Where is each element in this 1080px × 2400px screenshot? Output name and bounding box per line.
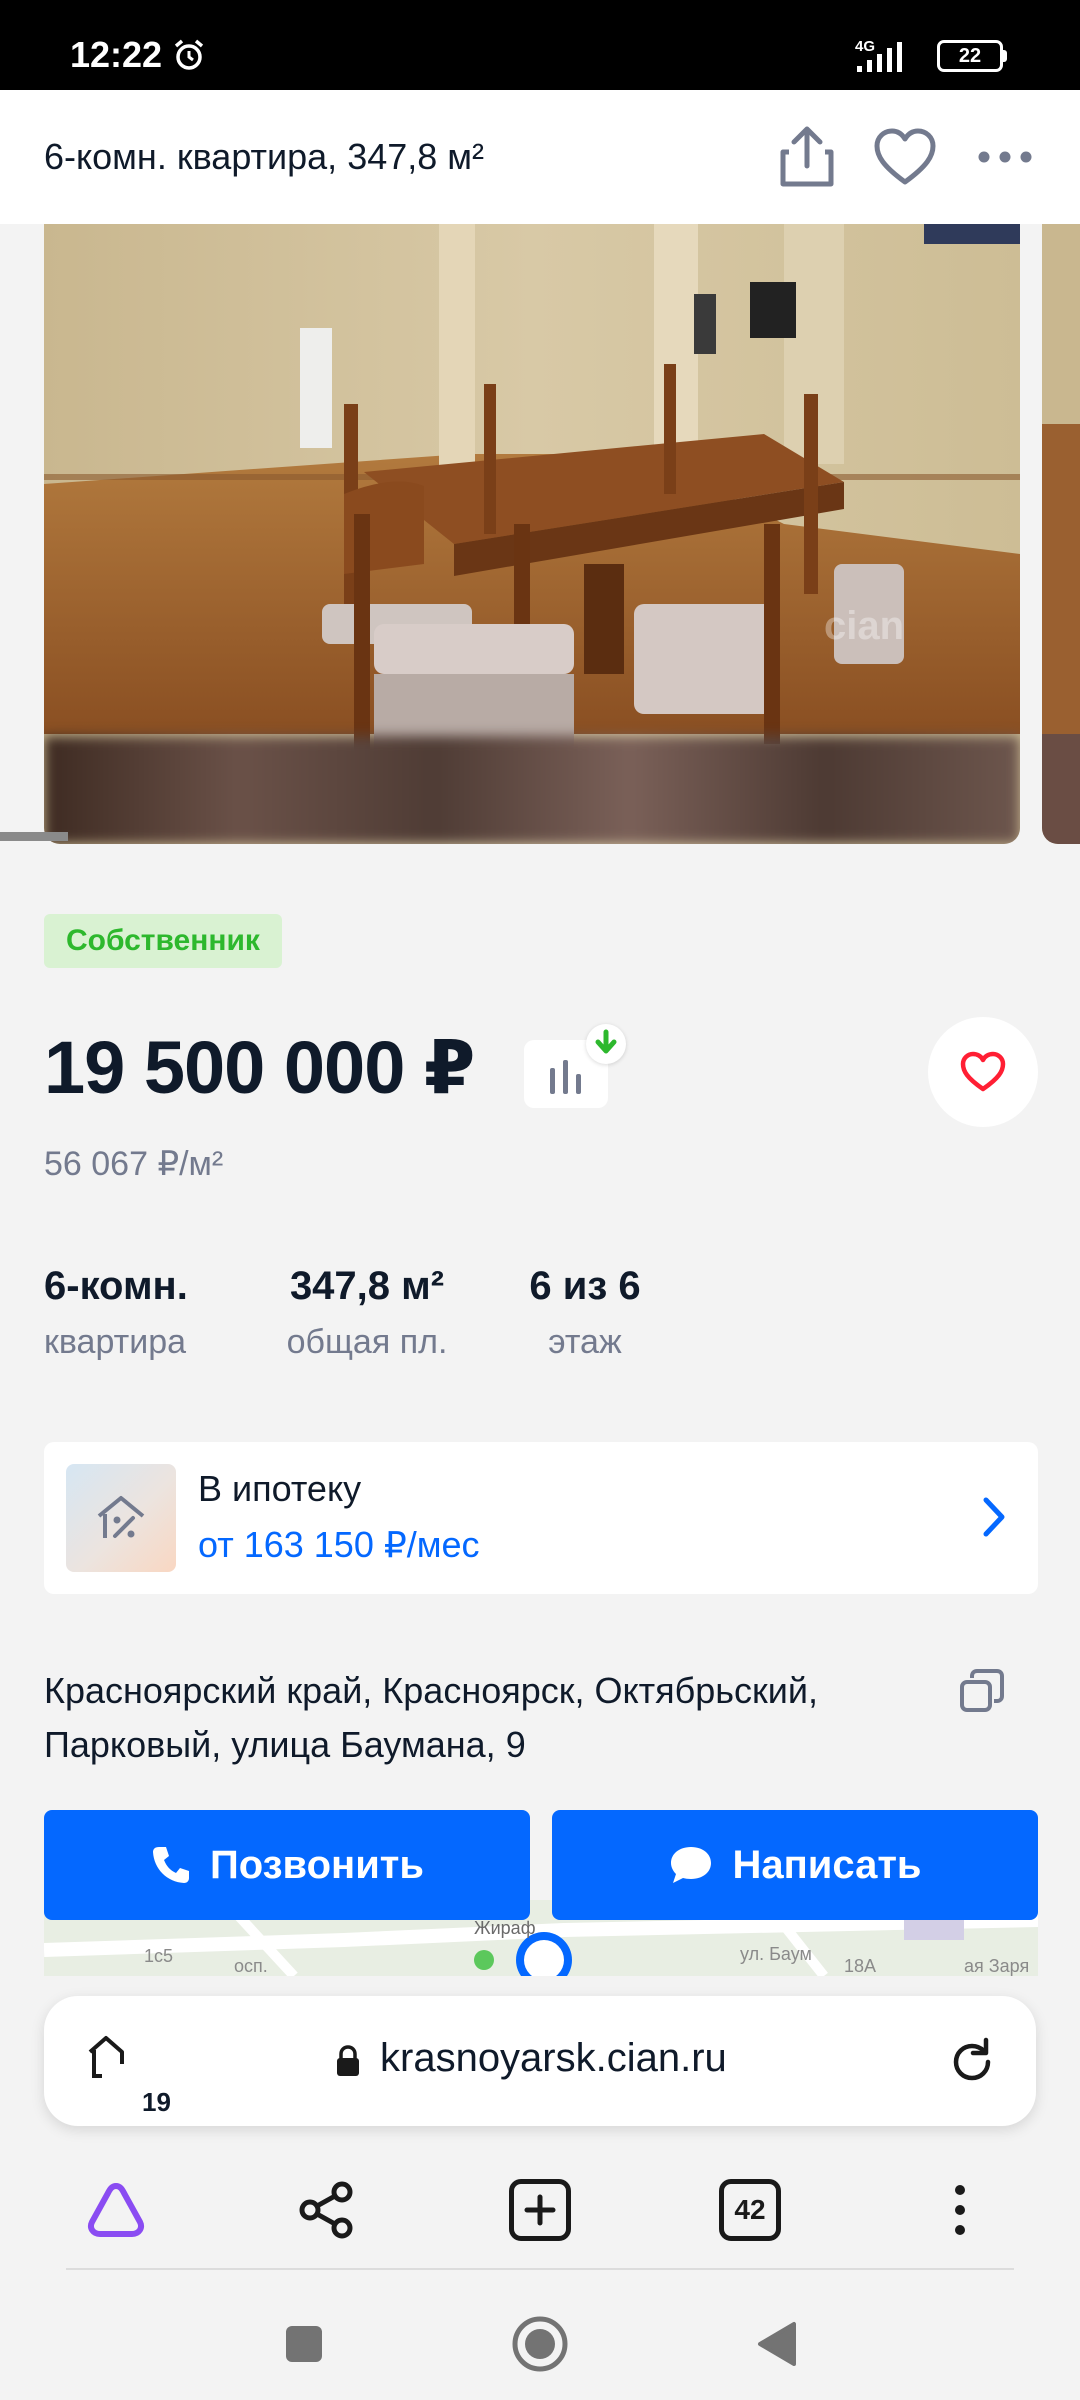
listing-address: Красноярский край, Красноярск, Октябрьск… <box>44 1670 818 1765</box>
battery-level: 22 <box>958 45 982 67</box>
map-label: ая Заря <box>964 1956 1029 1976</box>
battery-indicator: 22 <box>937 40 1003 72</box>
owner-badge: Собственник <box>44 914 282 968</box>
home-tabs-icon <box>88 2036 124 2078</box>
photo-caption-blur <box>44 736 1020 844</box>
param-value: 6 из 6 <box>529 1264 641 1308</box>
recent-apps-button[interactable] <box>272 2312 336 2376</box>
alice-assistant-button[interactable] <box>76 2170 156 2250</box>
browser-menu-button[interactable] <box>920 2170 1000 2250</box>
gallery-progress-indicator <box>0 832 68 841</box>
arrow-down-icon <box>595 1029 617 1054</box>
write-button-label: Написать <box>732 1842 922 1887</box>
listing-header: 6-комн. квартира, 347,8 м² <box>0 90 1080 224</box>
alarm-icon <box>174 39 204 70</box>
call-button[interactable]: Позвонить <box>44 1810 530 1920</box>
home-button[interactable] <box>508 2312 572 2376</box>
phone-icon <box>153 1847 190 1883</box>
heart-icon <box>960 1051 1006 1092</box>
tabs-counter: 42 <box>719 2179 781 2241</box>
house-percent-icon <box>97 1496 145 1538</box>
more-vertical-icon <box>955 2185 965 2235</box>
square-icon <box>286 2326 322 2362</box>
mortgage-icon-box <box>66 1464 176 1572</box>
param-value: 347,8 м² <box>289 1264 445 1308</box>
more-options-button[interactable] <box>968 120 1042 194</box>
listing-photo[interactable]: cian <box>44 224 1020 844</box>
listing-params: 6-комн. квартира 347,8 м² общая пл. 6 из… <box>44 1264 1044 1374</box>
back-button[interactable] <box>744 2312 808 2376</box>
copy-icon <box>960 1669 1004 1712</box>
map-label: 1c5 <box>144 1946 173 1966</box>
write-button[interactable]: Написать <box>552 1810 1038 1920</box>
share-icon <box>780 126 834 187</box>
tabs-group-count: 19 <box>140 2087 173 2117</box>
status-bar: 12:22 4G 22 <box>0 0 1080 90</box>
lock-icon <box>337 2045 359 2076</box>
next-photo <box>1042 224 1080 844</box>
battery-tip <box>1002 50 1007 62</box>
tabs-group-button[interactable]: 19 <box>84 2030 173 2116</box>
toolbar-divider <box>66 2268 1014 2270</box>
share-page-button[interactable] <box>286 2170 366 2250</box>
param-area: 347,8 м² общая пл. <box>272 1264 462 1362</box>
alice-icon <box>88 2183 144 2237</box>
photo-gallery[interactable]: cian <box>0 224 1080 849</box>
call-button-label: Позвонить <box>210 1842 424 1887</box>
param-label: квартира <box>44 1323 187 1361</box>
map-label: 18А <box>844 1956 876 1976</box>
new-tab-button[interactable] <box>500 2170 580 2250</box>
circle-home-icon <box>512 2316 568 2372</box>
param-label: общая пл. <box>286 1323 448 1361</box>
plus-icon <box>509 2179 571 2241</box>
address-bar[interactable]: 19 krasnoyarsk.cian.ru <box>44 1996 1036 2126</box>
url-text[interactable]: krasnoyarsk.cian.ru <box>380 2036 727 2081</box>
share-button[interactable] <box>770 120 844 194</box>
listing-price: 19 500 000 ₽ <box>44 1026 475 1109</box>
system-navigation-bar <box>0 2290 1080 2400</box>
param-value: 6-комн. <box>44 1264 188 1308</box>
share-nodes-icon <box>299 2181 353 2239</box>
page-title: 6-комн. квартира, 347,8 м² <box>44 136 485 177</box>
photo-watermark: cian <box>824 604 905 648</box>
mortgage-title: В ипотеку <box>198 1468 362 1509</box>
price-drop-badge <box>586 1024 626 1064</box>
signal-icon <box>857 42 902 72</box>
map-label: осп. <box>234 1956 268 1976</box>
reload-icon[interactable] <box>944 2034 1000 2090</box>
favorite-header-button[interactable] <box>868 120 942 194</box>
price-per-square-meter: 56 067 ₽/м² <box>44 1145 224 1183</box>
copy-address-button[interactable] <box>956 1666 1008 1718</box>
map-label: ул. Баум <box>740 1944 812 1964</box>
favorite-button[interactable] <box>928 1017 1038 1127</box>
chevron-right-icon <box>983 1497 1005 1537</box>
triangle-back-icon <box>758 2322 796 2366</box>
param-rooms: 6-комн. квартира <box>44 1264 204 1362</box>
param-floor: 6 из 6 этаж <box>510 1264 660 1362</box>
mortgage-card[interactable]: В ипотеку от 163 150 ₽/мес <box>44 1442 1038 1594</box>
param-label: этаж <box>548 1323 622 1361</box>
next-photo-preview[interactable] <box>1042 224 1080 844</box>
status-time: 12:22 <box>70 34 163 75</box>
more-dots-icon <box>978 151 1032 163</box>
open-tabs-button[interactable]: 42 <box>710 2170 790 2250</box>
mortgage-monthly-payment: от 163 150 ₽/мес <box>198 1524 480 1565</box>
map-label: Жираф <box>474 1918 536 1938</box>
heart-outline-icon <box>874 128 936 185</box>
chat-bubble-icon <box>671 1847 712 1883</box>
browser-toolbar: 42 <box>0 2170 1080 2290</box>
